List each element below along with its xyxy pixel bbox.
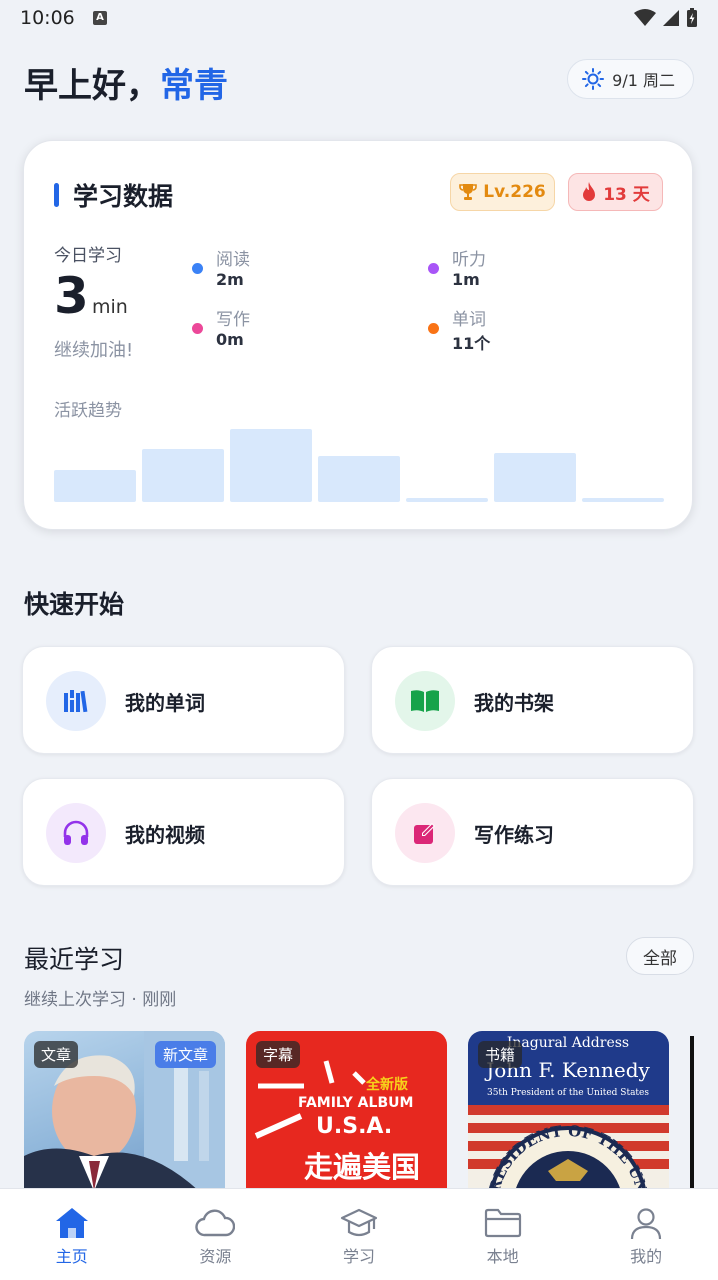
battery-icon — [687, 8, 697, 27]
cover-text-family-album: FAMILY ALBUM — [298, 1095, 413, 1111]
recent-item-subtitle[interactable]: 全新版 FAMILY ALBUM U.S.A. 走遍美国 字幕 — [246, 1031, 447, 1191]
writing-practice-label: 写作练习 — [474, 823, 554, 847]
home-icon — [54, 1205, 90, 1241]
cover-text-usa: U.S.A. — [316, 1114, 392, 1139]
user-name: 常青 — [160, 66, 228, 106]
date-pill[interactable]: 9/1 周二 — [567, 59, 694, 99]
my-words-button[interactable]: 我的单词 — [22, 646, 345, 754]
tile-tag-subtitle: 字幕 — [256, 1041, 301, 1068]
folder-icon — [484, 1205, 522, 1241]
streak-badge[interactable]: 13 天 — [568, 173, 663, 211]
edit-icon — [395, 803, 455, 863]
new-article-badge: 新文章 — [154, 1041, 216, 1068]
trend-bar — [54, 469, 136, 502]
study-data-card[interactable]: 学习数据 Lv.226 13 天 今日学习 3 min 继续加油! 阅读 2m … — [23, 140, 693, 530]
tile-tag-article: 文章 — [34, 1041, 79, 1068]
graduation-cap-icon — [340, 1205, 378, 1241]
trend-bar — [230, 429, 312, 502]
recent-item-article[interactable]: 文章 新文章 — [24, 1031, 225, 1191]
trend-bar — [406, 497, 488, 502]
cover-text-new-edition: 全新版 — [365, 1076, 408, 1093]
trend-bar — [582, 497, 664, 502]
trend-bar — [318, 455, 400, 502]
signal-icon — [663, 10, 679, 26]
activity-trend-chart — [54, 421, 664, 502]
cheer-text: 继续加油! — [54, 340, 134, 361]
my-bookshelf-button[interactable]: 我的书架 — [371, 646, 694, 754]
nav-study[interactable]: 学习 — [287, 1189, 431, 1280]
nav-local[interactable]: 本地 — [431, 1189, 575, 1280]
user-icon — [629, 1205, 663, 1241]
card-title: 学习数据 — [54, 177, 173, 213]
cover-text-35th: 35th President of the United States — [487, 1088, 649, 1098]
greeting-text: 早上好， — [24, 66, 160, 106]
trend-bar — [494, 453, 576, 502]
today-label: 今日学习 — [54, 246, 122, 266]
wifi-icon — [634, 9, 656, 26]
book-open-icon — [395, 671, 455, 731]
fire-icon — [583, 182, 596, 201]
nav-home[interactable]: 主页 — [0, 1189, 144, 1280]
cover-text-title: 走遍美国 — [304, 1150, 420, 1184]
bottom-nav: 主页 资源 学习 本地 我的 — [0, 1188, 718, 1280]
headphones-icon — [46, 803, 106, 863]
quick-start-title: 快速开始 — [24, 590, 125, 619]
cloud-icon — [195, 1205, 236, 1241]
nav-resources[interactable]: 资源 — [144, 1189, 288, 1280]
notification-a-icon: A — [93, 11, 107, 25]
my-words-label: 我的单词 — [125, 691, 205, 715]
status-bar: 10:06 A — [0, 0, 718, 38]
level-badge[interactable]: Lv.226 — [450, 173, 555, 211]
today-unit: min — [92, 296, 128, 318]
my-videos-label: 我的视频 — [125, 823, 205, 847]
books-icon — [46, 671, 106, 731]
view-all-button[interactable]: 全部 — [626, 937, 694, 975]
cover-text-inaugural: Inagural Address — [507, 1035, 629, 1051]
trophy-icon — [459, 184, 478, 200]
my-videos-button[interactable]: 我的视频 — [22, 778, 345, 886]
trend-bar — [142, 449, 224, 502]
recent-title: 最近学习 — [24, 945, 125, 974]
status-time: 10:06 — [20, 7, 75, 29]
writing-practice-button[interactable]: 写作练习 — [371, 778, 694, 886]
trend-label: 活跃趋势 — [54, 401, 122, 421]
recent-item-book[interactable]: Inagural Address John F. Kennedy 35th Pr… — [468, 1031, 669, 1191]
nav-profile[interactable]: 我的 — [574, 1189, 718, 1280]
greeting-title: 早上好，常青 — [24, 58, 228, 107]
date-text: 9/1 周二 — [612, 71, 675, 90]
today-minutes: 3 — [54, 267, 89, 325]
next-tile-edge — [690, 1036, 694, 1188]
my-bookshelf-label: 我的书架 — [474, 691, 554, 715]
sun-icon — [582, 68, 605, 90]
tile-tag-book: 书籍 — [478, 1041, 523, 1068]
recent-subtitle: 继续上次学习 · 刚刚 — [24, 990, 177, 1010]
